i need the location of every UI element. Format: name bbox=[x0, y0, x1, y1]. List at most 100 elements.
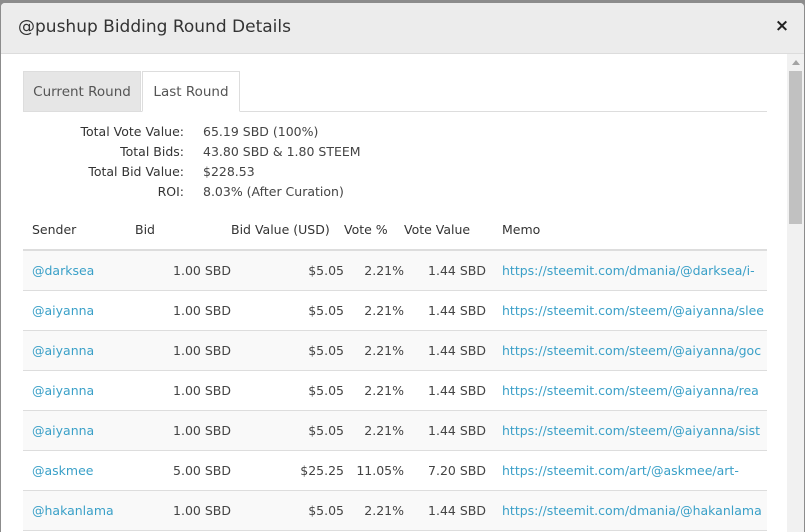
summary-label: Total Bids: bbox=[120, 144, 184, 159]
vote-value-cell: 7.20 SBD bbox=[428, 463, 486, 478]
memo-link[interactable]: https://steemit.com/steem/@aiyanna/goc bbox=[502, 343, 761, 358]
table-cell: @askmee bbox=[23, 450, 135, 491]
bid-value-cell: $5.05 bbox=[308, 423, 344, 438]
sender-link[interactable]: @darksea bbox=[32, 263, 94, 278]
bid-value-cell: $5.05 bbox=[308, 303, 344, 318]
table-cell: 2.21% bbox=[344, 370, 404, 411]
bid-cell: 5.00 SBD bbox=[173, 463, 231, 478]
close-button[interactable]: × bbox=[774, 17, 790, 35]
sender-link[interactable]: @askmee bbox=[32, 463, 93, 478]
column-header-memo[interactable]: Memo bbox=[486, 209, 767, 251]
modal-header: @pushup Bidding Round Details × bbox=[1, 3, 804, 54]
vote-percent-cell: 2.21% bbox=[364, 303, 404, 318]
column-header-vote-value[interactable]: Vote Value bbox=[404, 209, 486, 251]
bid-cell: 1.00 SBD bbox=[173, 303, 231, 318]
column-header-vote-percent[interactable]: Vote % bbox=[344, 209, 404, 251]
tab-current-round[interactable]: Current Round bbox=[23, 71, 141, 111]
tab-last-round[interactable]: Last Round bbox=[142, 71, 240, 112]
table-cell: 2.21% bbox=[344, 250, 404, 291]
table-cell: $5.05 bbox=[231, 370, 344, 411]
modal-title: @pushup Bidding Round Details bbox=[18, 17, 291, 37]
vote-value-cell: 1.44 SBD bbox=[428, 263, 486, 278]
bid-cell: 1.00 SBD bbox=[173, 263, 231, 278]
vertical-scrollbar[interactable] bbox=[787, 54, 804, 532]
table-cell: $25.25 bbox=[231, 450, 344, 491]
table-cell: 1.44 SBD bbox=[404, 490, 486, 531]
table-row: @aiyanna 1.00 SBD $5.05 2.21% 1.44 SBD https:… bbox=[23, 290, 767, 331]
table-cell: @darksea bbox=[23, 250, 135, 291]
table-cell: 1.44 SBD bbox=[404, 290, 486, 331]
table-cell: 5.00 SBD bbox=[135, 450, 231, 491]
table-cell: https://steemit.com/dmania/@hakanlama bbox=[486, 490, 767, 531]
summary-value: 43.80 SBD & 1.80 STEEM bbox=[203, 144, 361, 159]
bid-value-cell: $5.05 bbox=[308, 503, 344, 518]
table-row: @aiyanna 1.00 SBD $5.05 2.21% 1.44 SBD https:… bbox=[23, 410, 767, 451]
memo-link[interactable]: https://steemit.com/art/@askmee/art- bbox=[502, 463, 739, 478]
summary-value: 8.03% (After Curation) bbox=[203, 184, 344, 199]
vote-percent-cell: 2.21% bbox=[364, 423, 404, 438]
summary-label: Total Bid Value: bbox=[88, 164, 184, 179]
table-cell: 2.21% bbox=[344, 330, 404, 371]
scrollbar-thumb[interactable] bbox=[789, 71, 802, 224]
column-header-bid-value[interactable]: Bid Value (USD) bbox=[231, 209, 344, 251]
table-row: @askmee 5.00 SBD $25.25 11.05% 7.20 SBD https… bbox=[23, 450, 767, 491]
bid-cell: 1.00 SBD bbox=[173, 343, 231, 358]
memo-link[interactable]: https://steemit.com/dmania/@darksea/i- bbox=[502, 263, 755, 278]
table-cell: 1.44 SBD bbox=[404, 330, 486, 371]
summary-row-roi: ROI: 8.03% (After Curation) bbox=[23, 182, 423, 202]
bid-value-cell: $5.05 bbox=[308, 263, 344, 278]
table-cell: @aiyanna bbox=[23, 410, 135, 451]
table-cell: https://steemit.com/steem/@aiyanna/sist bbox=[486, 410, 767, 451]
table-cell: @hakanlama bbox=[23, 490, 135, 531]
bid-value-cell: $25.25 bbox=[300, 463, 344, 478]
summary-label: Total Vote Value: bbox=[80, 124, 185, 139]
vote-value-cell: 1.44 SBD bbox=[428, 383, 486, 398]
modal-body: Current Round Last Round Total Vote Valu… bbox=[1, 54, 787, 532]
sender-link[interactable]: @aiyanna bbox=[32, 383, 94, 398]
memo-link[interactable]: https://steemit.com/steem/@aiyanna/sist bbox=[502, 423, 760, 438]
column-header-bid[interactable]: Bid bbox=[135, 209, 231, 251]
vote-percent-cell: 2.21% bbox=[364, 343, 404, 358]
sender-link[interactable]: @aiyanna bbox=[32, 303, 94, 318]
table-cell: $5.05 bbox=[231, 330, 344, 371]
vote-value-cell: 1.44 SBD bbox=[428, 303, 486, 318]
summary-row-total-vote-value: Total Vote Value: 65.19 SBD (100%) bbox=[23, 122, 423, 142]
table-cell: 2.21% bbox=[344, 410, 404, 451]
table-cell: https://steemit.com/steem/@aiyanna/slee bbox=[486, 290, 767, 331]
table-header-row: Sender Bid Bid Value (USD) Vote % Vote V… bbox=[23, 209, 767, 251]
sender-link[interactable]: @aiyanna bbox=[32, 343, 94, 358]
bid-cell: 1.00 SBD bbox=[173, 423, 231, 438]
vote-percent-cell: 2.21% bbox=[364, 263, 404, 278]
memo-link[interactable]: https://steemit.com/steem/@aiyanna/slee bbox=[502, 303, 764, 318]
table-cell: 1.00 SBD bbox=[135, 370, 231, 411]
round-tabs: Current Round Last Round bbox=[23, 71, 767, 112]
table-cell: 1.00 SBD bbox=[135, 250, 231, 291]
table-cell: @aiyanna bbox=[23, 290, 135, 331]
table-cell: @aiyanna bbox=[23, 330, 135, 371]
table-cell: 1.44 SBD bbox=[404, 250, 486, 291]
table-cell: https://steemit.com/steem/@aiyanna/rea bbox=[486, 370, 767, 411]
memo-link[interactable]: https://steemit.com/steem/@aiyanna/rea bbox=[502, 383, 759, 398]
table-row: @darksea 1.00 SBD $5.05 2.21% 1.44 SBD https:… bbox=[23, 250, 767, 291]
table-cell: https://steemit.com/dmania/@darksea/i- bbox=[486, 250, 767, 291]
table-cell: $5.05 bbox=[231, 410, 344, 451]
summary-label: ROI: bbox=[157, 184, 184, 199]
column-header-sender[interactable]: Sender bbox=[23, 209, 135, 251]
table-cell: 1.00 SBD bbox=[135, 490, 231, 531]
table-cell: 1.00 SBD bbox=[135, 330, 231, 371]
sender-link[interactable]: @hakanlama bbox=[32, 503, 114, 518]
bid-cell: 1.00 SBD bbox=[173, 383, 231, 398]
table-cell: 1.44 SBD bbox=[404, 370, 486, 411]
bid-value-cell: $5.05 bbox=[308, 383, 344, 398]
summary-row-total-bids: Total Bids: 43.80 SBD & 1.80 STEEM bbox=[23, 142, 423, 162]
table-cell: @aiyanna bbox=[23, 370, 135, 411]
memo-link[interactable]: https://steemit.com/dmania/@hakanlama bbox=[502, 503, 762, 518]
table-row: @hakanlama 1.00 SBD $5.05 2.21% 1.44 SBD http… bbox=[23, 490, 767, 531]
table-cell: 11.05% bbox=[344, 450, 404, 491]
scroll-up-arrow-icon[interactable] bbox=[792, 60, 800, 65]
summary-value: $228.53 bbox=[203, 164, 255, 179]
sender-link[interactable]: @aiyanna bbox=[32, 423, 94, 438]
table-cell: https://steemit.com/art/@askmee/art- bbox=[486, 450, 767, 491]
bid-value-cell: $5.05 bbox=[308, 343, 344, 358]
table-row: @aiyanna 1.00 SBD $5.05 2.21% 1.44 SBD https:… bbox=[23, 370, 767, 411]
